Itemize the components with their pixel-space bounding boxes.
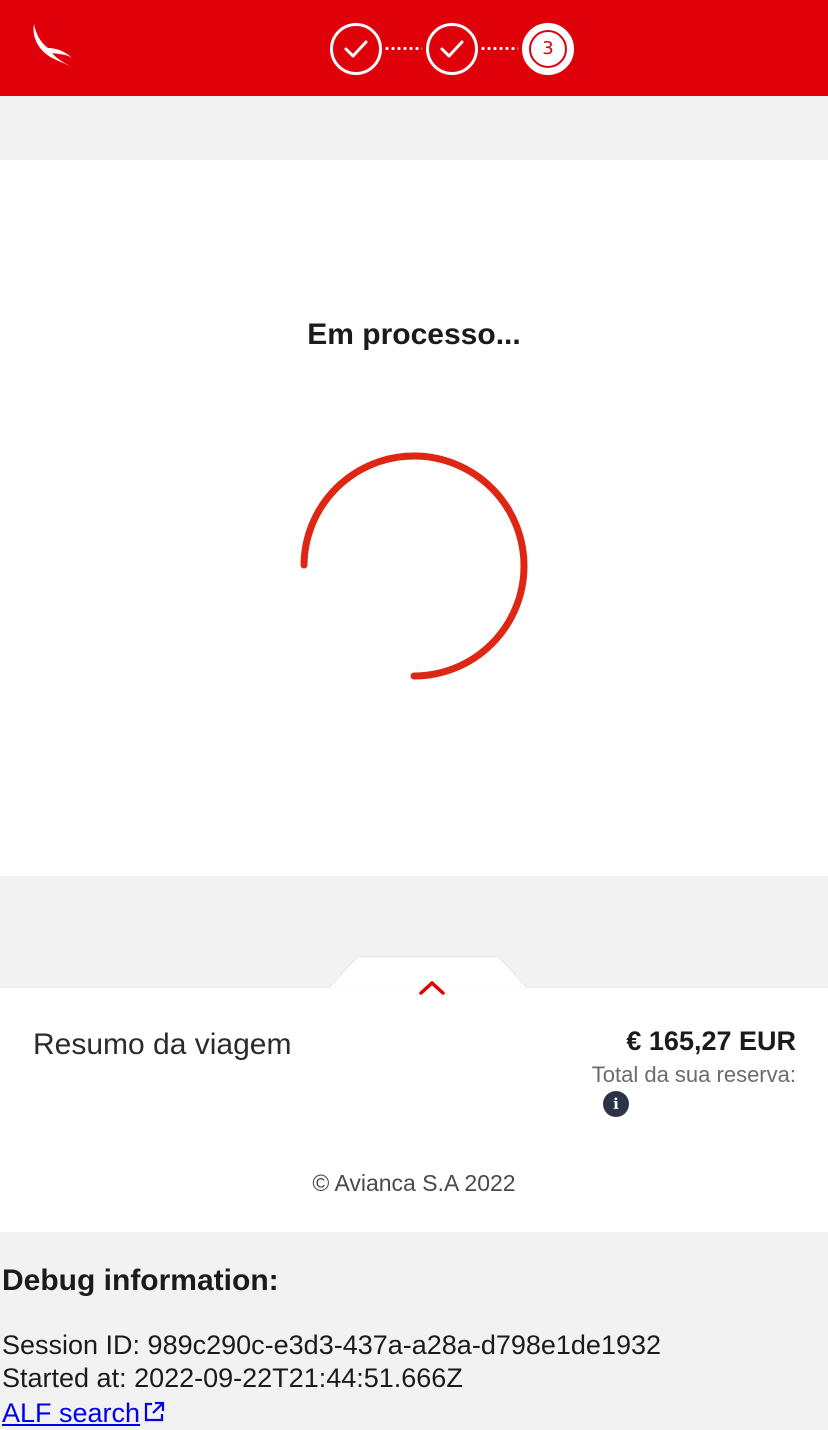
session-id-text: Session ID: 989c290c-e3d3-437a-a28a-d798…	[2, 1330, 662, 1360]
total-label: Total da sua reserva:	[591, 1062, 796, 1087]
avianca-logo-icon[interactable]	[28, 20, 80, 72]
total-price: € 165,27 EUR	[626, 1026, 796, 1056]
trip-summary-label: Resumo da viagem	[33, 1028, 292, 1061]
step-connector	[384, 47, 422, 50]
info-icon[interactable]: i	[603, 1091, 629, 1117]
step-connector	[480, 47, 518, 50]
debug-panel: Debug information: Session ID: 989c290c-…	[0, 1232, 828, 1430]
trip-summary-bar[interactable]: Resumo da viagem € 165,27 EUR Total da s…	[0, 988, 828, 1136]
copyright-text: © Avianca S.A 2022	[312, 1170, 516, 1196]
alf-search-link[interactable]: ALF search	[2, 1398, 140, 1429]
debug-title: Debug information:	[2, 1264, 279, 1297]
step-1-completed	[330, 23, 382, 75]
started-at-text: Started at: 2022-09-22T21:44:51.666Z	[2, 1363, 463, 1393]
external-link-icon[interactable]	[142, 1400, 166, 1424]
loading-spinner-icon	[300, 452, 528, 680]
step-2-completed	[426, 23, 478, 75]
footer: © Avianca S.A 2022	[0, 1136, 828, 1232]
check-icon	[344, 40, 368, 58]
top-spacer	[0, 96, 828, 160]
processing-panel: Em processo...	[0, 160, 828, 876]
progress-stepper: 3	[330, 23, 576, 75]
check-icon	[440, 40, 464, 58]
chevron-up-icon[interactable]	[418, 978, 446, 996]
step-number: 3	[529, 30, 567, 68]
top-header: 3	[0, 0, 828, 96]
step-3-current: 3	[522, 23, 574, 75]
processing-title: Em processo...	[307, 318, 521, 351]
